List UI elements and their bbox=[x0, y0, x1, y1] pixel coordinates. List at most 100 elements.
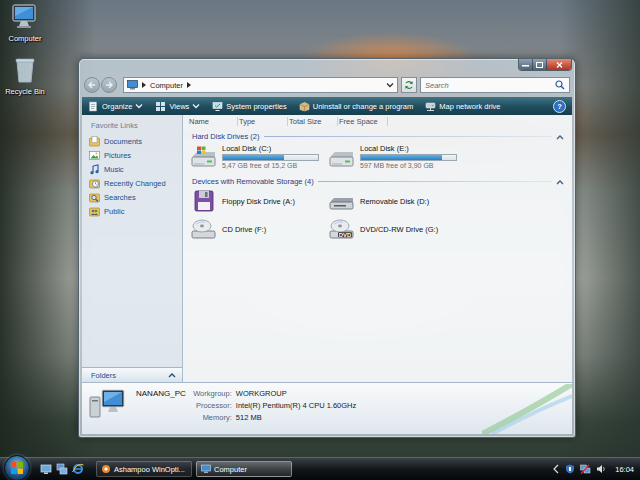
magnifier-icon[interactable] bbox=[555, 80, 565, 90]
clock[interactable]: 16:04 bbox=[615, 465, 634, 474]
refresh-button[interactable] bbox=[401, 77, 417, 93]
detail-value: WORKGROUP bbox=[236, 389, 356, 398]
drive-name: Local Disk (E:) bbox=[360, 144, 457, 153]
forward-arrow-icon bbox=[105, 81, 113, 89]
recent-icon bbox=[89, 178, 100, 189]
searches-icon bbox=[89, 192, 100, 203]
column-header[interactable]: Type bbox=[238, 117, 288, 126]
toolbar-button[interactable]: Uninstall or change a program bbox=[299, 101, 413, 112]
computer-details: NANANG_PC Workgroup: WORKGROUP Processor… bbox=[136, 387, 356, 422]
drive-tile[interactable]: Floppy Disk Drive (A:) bbox=[190, 189, 328, 213]
column-header[interactable]: Free Space bbox=[338, 117, 388, 126]
disk-drive-icon bbox=[328, 145, 356, 169]
network-icon[interactable] bbox=[580, 464, 591, 474]
drive-name: Removable Disk (D:) bbox=[360, 197, 429, 206]
drive-tile[interactable]: DVD DVD/CD-RW Drive (G:) bbox=[328, 217, 478, 241]
folders-toggle-icon bbox=[168, 372, 176, 378]
drive-tile[interactable]: Local Disk (C:) 5,47 GB free of 15,2 GB bbox=[190, 144, 328, 169]
swoosh-decoration-icon bbox=[482, 384, 572, 434]
switch-windows-icon[interactable] bbox=[56, 463, 68, 475]
back-button[interactable] bbox=[84, 77, 100, 93]
column-header[interactable]: Total Size bbox=[288, 117, 338, 126]
taskbar-button[interactable]: Ashampoo WinOpti... bbox=[96, 461, 192, 477]
toolbar-button[interactable]: Organize bbox=[88, 101, 143, 112]
help-button[interactable]: ? bbox=[553, 100, 566, 113]
sidebar-item[interactable]: Recently Changed bbox=[82, 176, 182, 190]
maximize-icon bbox=[536, 62, 543, 68]
desktop-icon[interactable]: Recycle Bin bbox=[0, 55, 50, 96]
desktop-icon-label: Recycle Bin bbox=[5, 87, 45, 96]
desktop-icons: Computer Recycle Bin bbox=[0, 2, 50, 96]
group-toggle-icon bbox=[556, 134, 564, 140]
maximize-button[interactable] bbox=[533, 59, 547, 70]
sidebar-item[interactable]: Public bbox=[82, 204, 182, 218]
usage-bar bbox=[360, 154, 457, 161]
detail-label: Memory: bbox=[190, 413, 232, 422]
column-header[interactable]: Name bbox=[188, 117, 238, 126]
dropdown-arrow-icon bbox=[192, 103, 200, 109]
details-pane: NANANG_PC Workgroup: WORKGROUP Processor… bbox=[82, 382, 572, 434]
minimize-button[interactable] bbox=[519, 59, 533, 70]
volume-icon[interactable] bbox=[596, 464, 606, 474]
system-disk-drive-icon bbox=[190, 145, 218, 169]
drive-name: CD Drive (F:) bbox=[222, 225, 266, 234]
title-bar[interactable] bbox=[82, 59, 572, 73]
desktop-icon[interactable]: Computer bbox=[0, 2, 50, 43]
taskbar-button[interactable]: Computer bbox=[196, 461, 292, 477]
group-toggle-icon bbox=[556, 179, 564, 185]
desktop: Computer Recycle Bin Computer Search Org… bbox=[0, 0, 640, 480]
drive-tile[interactable]: Local Disk (E:) 597 MB free of 3,90 GB bbox=[328, 144, 478, 169]
minimize-icon bbox=[522, 62, 529, 67]
search-placeholder: Search bbox=[425, 81, 449, 90]
start-button[interactable] bbox=[4, 455, 30, 480]
address-bar[interactable]: Computer bbox=[123, 77, 398, 93]
detail-value: 512 MB bbox=[236, 413, 356, 422]
show-desktop-icon[interactable] bbox=[40, 463, 52, 475]
drive-name: Floppy Disk Drive (A:) bbox=[222, 197, 295, 206]
dvd-badge: DVD bbox=[339, 232, 352, 238]
sidebar-item[interactable]: Pictures bbox=[82, 148, 182, 162]
favorite-links-heading: Favorite Links bbox=[82, 121, 182, 134]
views-icon bbox=[155, 101, 166, 112]
shield-icon[interactable] bbox=[565, 464, 575, 474]
explorer-window[interactable]: Computer Search Organize Views System pr… bbox=[78, 58, 576, 438]
group-header[interactable]: Devices with Removable Storage (4) bbox=[188, 172, 572, 187]
dropdown-arrow-icon bbox=[135, 103, 143, 109]
organize-icon bbox=[88, 101, 99, 112]
history-buttons bbox=[84, 77, 117, 93]
folders-bar[interactable]: Folders bbox=[82, 367, 182, 382]
forward-button[interactable] bbox=[101, 77, 117, 93]
removable-drive-icon bbox=[328, 189, 356, 213]
documents-icon bbox=[89, 136, 100, 147]
breadcrumb-arrow-icon[interactable] bbox=[186, 81, 192, 89]
sidebar-item[interactable]: Documents bbox=[82, 134, 182, 148]
toolbar-button[interactable]: Map network drive bbox=[425, 101, 500, 112]
toolbar-button[interactable]: Views bbox=[155, 101, 200, 112]
internet-explorer-icon[interactable] bbox=[72, 463, 84, 475]
tray-arrow-icon[interactable] bbox=[552, 464, 560, 474]
toolbar-button[interactable]: System properties bbox=[212, 101, 286, 112]
group-header[interactable]: Hard Disk Drives (2) bbox=[188, 127, 572, 142]
detail-label: Processor: bbox=[190, 401, 232, 410]
sidebar-item[interactable]: Music bbox=[82, 162, 182, 176]
app-icon bbox=[101, 464, 111, 474]
computer-icon bbox=[10, 2, 40, 32]
command-bar: Organize Views System properties Uninsta… bbox=[82, 97, 572, 115]
drive-tile[interactable]: CD Drive (F:) bbox=[190, 217, 328, 241]
usage-fill bbox=[223, 155, 284, 160]
notification-area: 16:04 bbox=[552, 464, 634, 474]
task-list: Ashampoo WinOpti... Computer bbox=[96, 461, 292, 477]
caption-buttons bbox=[518, 59, 572, 71]
pictures-icon bbox=[89, 150, 100, 161]
search-box[interactable]: Search bbox=[420, 77, 570, 93]
breadcrumb-arrow-icon[interactable] bbox=[141, 81, 147, 89]
computer-icon bbox=[127, 80, 138, 90]
sidebar-item[interactable]: Searches bbox=[82, 190, 182, 204]
main-area: Favorite Links Documents Pictures Music … bbox=[82, 115, 572, 382]
drive-tile[interactable]: Removable Disk (D:) bbox=[328, 189, 478, 213]
computer-icon bbox=[88, 387, 126, 419]
windows-logo-icon bbox=[10, 461, 24, 475]
navigation-pane: Favorite Links Documents Pictures Music … bbox=[82, 115, 183, 382]
breadcrumb[interactable]: Computer bbox=[150, 81, 183, 90]
close-button[interactable] bbox=[547, 59, 571, 70]
